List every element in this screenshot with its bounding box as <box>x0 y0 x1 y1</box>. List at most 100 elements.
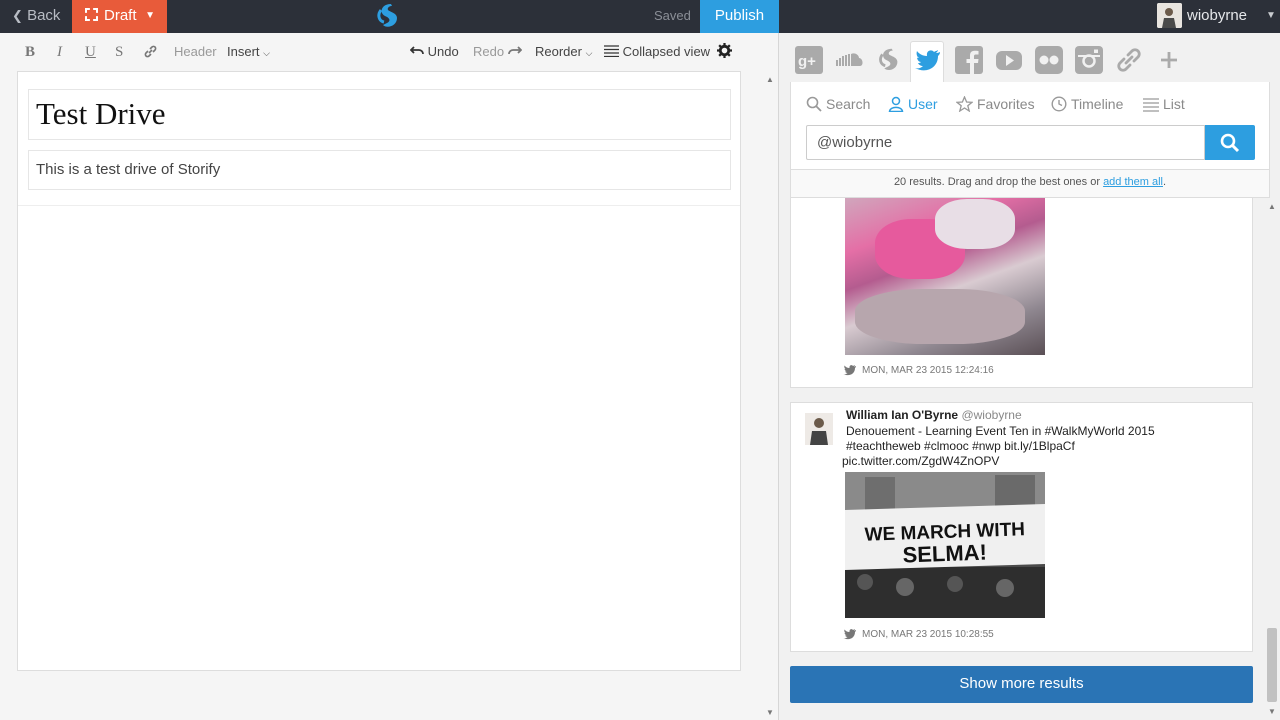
settings-button[interactable] <box>717 33 732 71</box>
undo-icon <box>409 46 424 55</box>
results-scrollbar[interactable]: ▲ ▼ <box>1263 198 1280 720</box>
twitter-icon <box>843 365 856 376</box>
search-box: Search User Favorites Timeline List <box>790 82 1270 170</box>
source-soundcloud[interactable] <box>832 43 866 77</box>
link-icon <box>144 45 157 58</box>
collapsed-view-label: Collapsed view <box>622 44 711 59</box>
svg-text:g+: g+ <box>798 53 816 70</box>
results-count: 20 results. Drag and drop the best ones … <box>790 170 1270 198</box>
source-twitter[interactable] <box>910 41 944 83</box>
story-description-field[interactable]: This is a test drive of Storify <box>28 150 731 190</box>
chevron-down-icon: ▼ <box>145 10 155 21</box>
search-button[interactable] <box>1205 125 1255 160</box>
draft-label: Draft <box>104 7 137 24</box>
italic-button[interactable]: I <box>57 33 62 71</box>
tab-search-label: Search <box>826 96 871 112</box>
back-label: Back <box>27 7 61 24</box>
tweet-author-name[interactable]: William Ian O'Byrne <box>846 408 958 422</box>
source-google-plus[interactable]: g+ <box>792 43 826 77</box>
tab-favorites[interactable]: Favorites <box>955 92 1035 116</box>
redo-button[interactable]: Redo <box>473 33 522 71</box>
link-button[interactable] <box>143 33 158 71</box>
list-icon <box>604 45 619 58</box>
avatar <box>805 413 833 445</box>
source-flickr[interactable] <box>1032 43 1066 77</box>
star-icon <box>955 95 974 113</box>
google-plus-icon: g+ <box>795 46 823 74</box>
tab-user[interactable]: User <box>888 92 938 116</box>
twitter-icon <box>843 629 856 640</box>
source-facebook[interactable] <box>952 43 986 77</box>
divider <box>18 205 740 206</box>
scroll-up-icon[interactable]: ▲ <box>1268 202 1276 211</box>
scroll-down-icon[interactable]: ▼ <box>766 708 774 717</box>
results-list: MON, MAR 23 2015 12:24:16 William Ian O'… <box>779 198 1280 720</box>
youtube-icon <box>996 51 1022 70</box>
tweet-card[interactable]: MON, MAR 23 2015 12:24:16 <box>790 198 1253 388</box>
publish-button[interactable]: Publish <box>700 0 779 33</box>
flickr-icon <box>1035 46 1063 74</box>
story-description: This is a test drive of Storify <box>36 161 221 178</box>
reorder-dropdown[interactable]: Reorder ⌵ <box>535 33 592 71</box>
tweet-card[interactable]: William Ian O'Byrne @wiobyrne Denouement… <box>790 402 1253 652</box>
scrollbar-thumb[interactable] <box>1267 628 1277 702</box>
tab-list[interactable]: List <box>1143 92 1185 116</box>
user-icon <box>888 96 904 113</box>
tweet-pic-link[interactable]: pic.twitter.com/ZgdW4ZnOPV <box>842 454 999 468</box>
header-button[interactable]: Header <box>174 33 217 71</box>
strikethrough-button[interactable]: S <box>115 33 123 71</box>
gear-icon <box>717 43 732 58</box>
tweet-text: Denouement - Learning Event Ten in #Walk… <box>846 424 1155 453</box>
tab-search[interactable]: Search <box>806 92 870 116</box>
undo-label: Undo <box>427 44 459 59</box>
search-input[interactable] <box>806 125 1205 160</box>
tweet-meta: MON, MAR 23 2015 12:24:16 <box>843 364 994 376</box>
scroll-up-icon[interactable]: ▲ <box>766 75 774 84</box>
chevron-down-icon: ⌵ <box>585 48 593 58</box>
bold-button[interactable]: B <box>25 33 35 71</box>
reorder-label: Reorder <box>535 44 582 59</box>
source-icons-bar: g+ <box>779 33 1280 83</box>
underline-button[interactable]: U <box>85 33 96 71</box>
username: wiobyrne <box>1187 7 1248 24</box>
chevron-left-icon: ❮ <box>12 8 23 23</box>
insert-label: Insert <box>227 44 260 59</box>
draft-icon <box>85 8 98 21</box>
collapsed-view-button[interactable]: Collapsed view <box>604 33 710 71</box>
scroll-down-icon[interactable]: ▼ <box>1268 707 1276 716</box>
results-count-text: 20 results. Drag and drop the best ones … <box>893 176 1104 188</box>
plus-icon <box>1161 52 1177 68</box>
tweet-handle[interactable]: @wiobyrne <box>961 408 1021 422</box>
source-instagram[interactable] <box>1072 43 1106 77</box>
storify-icon <box>879 48 898 71</box>
draft-status-button[interactable]: Draft ▼ <box>72 0 167 33</box>
twitter-icon <box>915 50 940 71</box>
tab-list-label: List <box>1163 96 1185 112</box>
tweet-image: WE MARCH WITH SELMA! <box>845 472 1045 618</box>
clock-icon <box>1051 96 1067 112</box>
tab-timeline[interactable]: Timeline <box>1051 92 1123 116</box>
story-title: Test Drive <box>36 96 166 131</box>
tweet-image <box>845 198 1045 355</box>
banner-text-line2: SELMA! <box>902 540 987 568</box>
show-more-button[interactable]: Show more results <box>790 666 1253 703</box>
back-button[interactable]: ❮ Back <box>12 0 60 33</box>
story-title-field[interactable]: Test Drive <box>28 89 731 140</box>
results-count-suffix: . <box>1163 176 1167 188</box>
add-all-link[interactable]: add them all <box>1103 176 1163 188</box>
sources-panel: g+ Search User Favorites Timeline List @… <box>778 33 1280 720</box>
tab-user-label: User <box>908 96 938 112</box>
editor-scrollbar[interactable]: ▲ ▼ <box>762 71 778 720</box>
source-add[interactable] <box>1152 43 1186 77</box>
source-link[interactable] <box>1112 43 1146 77</box>
source-youtube[interactable] <box>992 43 1026 77</box>
storify-logo-icon[interactable] <box>373 1 403 31</box>
soundcloud-icon <box>836 53 863 66</box>
insert-dropdown[interactable]: Insert ⌵ <box>227 33 270 71</box>
undo-button[interactable]: Undo <box>409 33 459 71</box>
top-bar: ❮ Back Draft ▼ Saved Publish wiobyrne ▼ <box>0 0 1280 33</box>
tweet-timestamp: MON, MAR 23 2015 10:28:55 <box>862 629 994 640</box>
source-storify[interactable] <box>872 43 906 77</box>
chevron-down-icon: ▼ <box>1266 10 1276 21</box>
tab-favorites-label: Favorites <box>977 96 1035 112</box>
